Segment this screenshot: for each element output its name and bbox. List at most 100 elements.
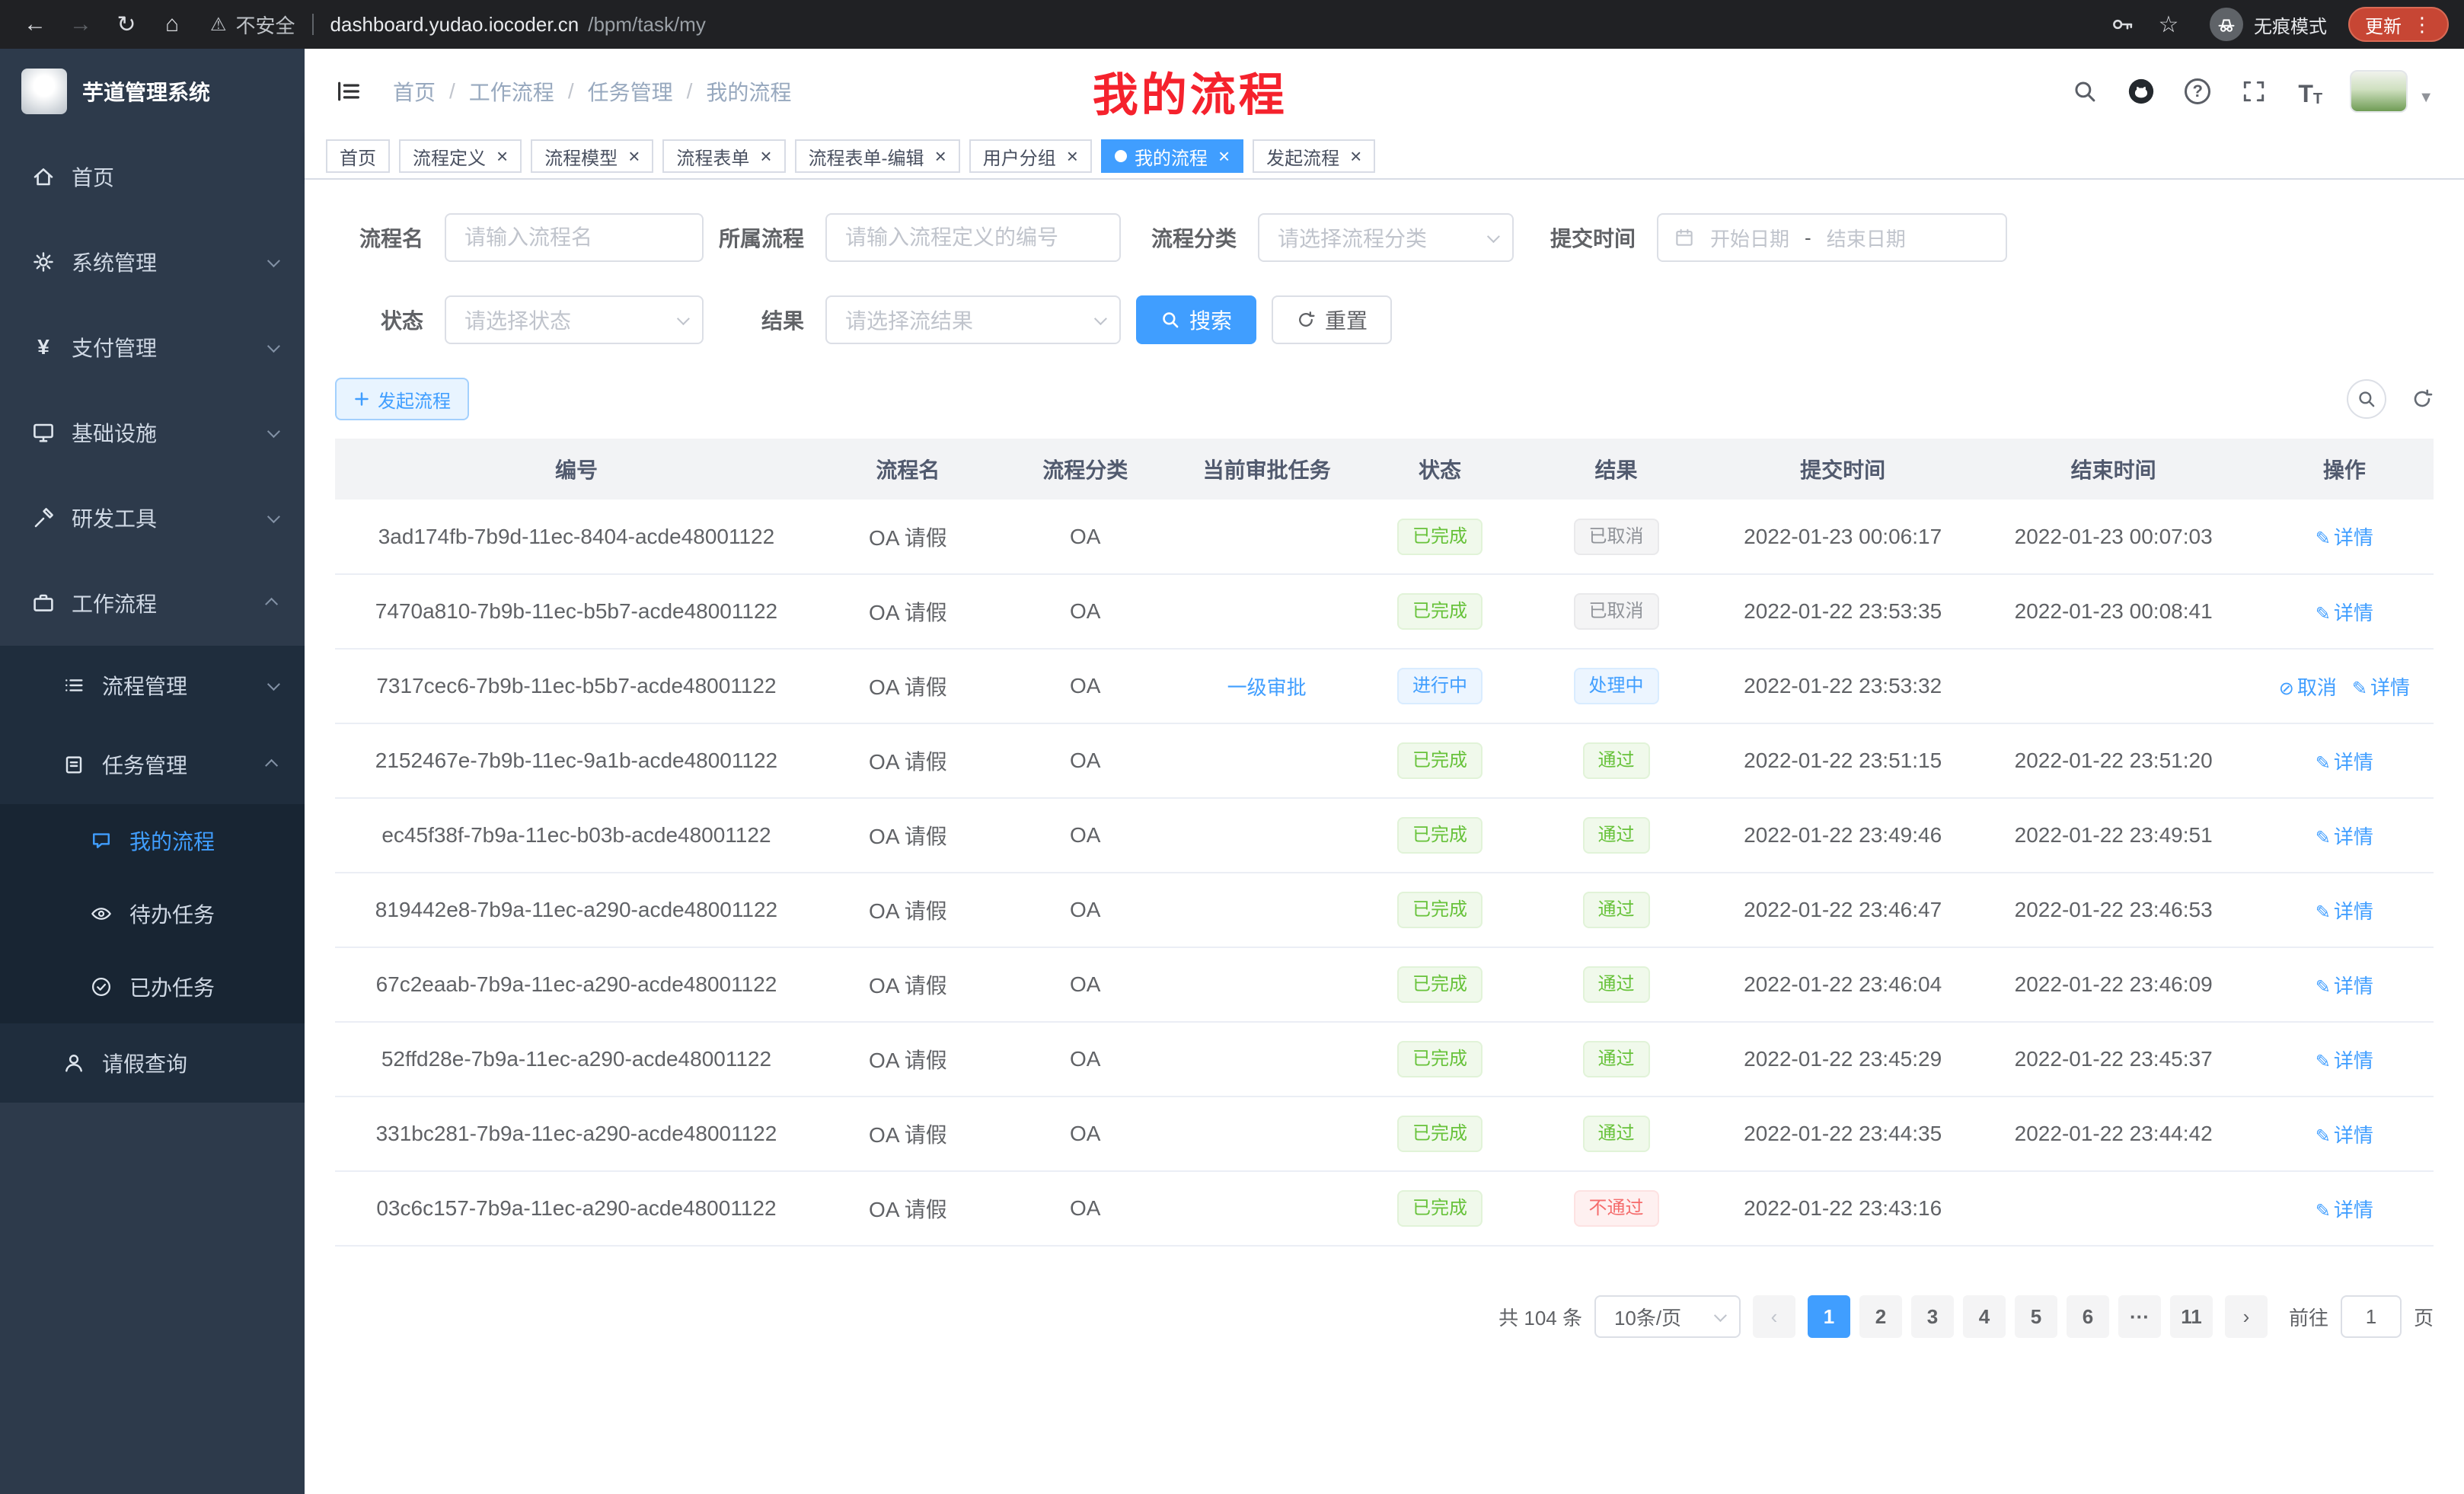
bookmark-star-icon[interactable]: ☆ (2149, 5, 2188, 44)
cell-process-id: 2152467e-7b9b-11ec-9a1b-acde48001122 (335, 723, 818, 798)
sidebar-item-label: 我的流程 (129, 825, 215, 856)
update-button[interactable]: 更新 ⋮ (2348, 7, 2449, 42)
github-icon[interactable] (2124, 75, 2158, 108)
fontsize-icon[interactable]: TT (2293, 75, 2327, 108)
toggle-search-icon[interactable] (2347, 379, 2386, 419)
sidebar-menu: 首页 系统管理 ¥ 支付管理 基础设施 (0, 134, 305, 1103)
process-definition-input[interactable] (825, 213, 1121, 262)
tab-4[interactable]: 流程表单-编辑× (795, 139, 960, 173)
tab-2[interactable]: 流程模型× (531, 139, 653, 173)
pager-more-button[interactable]: ··· (2118, 1295, 2161, 1338)
pager-page-3[interactable]: 3 (1911, 1295, 1954, 1338)
chevron-down-icon (267, 340, 280, 353)
cancel-link[interactable]: ⊘取消 (2279, 676, 2337, 699)
process-table: 编号 流程名 流程分类 当前审批任务 状态 结果 提交时间 结束时间 操作 3a… (335, 439, 2434, 1247)
sidebar-item-system[interactable]: 系统管理 (0, 219, 305, 305)
tab-close-icon[interactable]: × (1218, 146, 1230, 166)
sidebar-item-home[interactable]: 首页 (0, 134, 305, 219)
password-key-icon[interactable] (2103, 5, 2143, 44)
tab-close-icon[interactable]: × (1067, 146, 1078, 166)
sidebar-item-process-mgmt[interactable]: 流程管理 (0, 646, 305, 725)
pager-next-button[interactable]: › (2225, 1295, 2268, 1338)
tab-close-icon[interactable]: × (628, 146, 640, 166)
detail-link[interactable]: ✎详情 (2316, 1199, 2373, 1221)
edit-icon: ✎ (2316, 604, 2331, 624)
date-start-placeholder: 开始日期 (1710, 224, 1789, 252)
page-size-select[interactable]: 10条/页 (1594, 1295, 1741, 1338)
question-icon[interactable]: ? (2181, 75, 2214, 108)
tab-close-icon[interactable]: × (935, 146, 946, 166)
avatar[interactable] (2350, 70, 2408, 113)
reset-button[interactable]: 重置 (1272, 295, 1392, 344)
sidebar-item-todo-tasks[interactable]: 待办任务 (0, 877, 305, 950)
sidebar-item-workflow[interactable]: 工作流程 (0, 560, 305, 646)
tab-3[interactable]: 流程表单× (662, 139, 785, 173)
detail-link[interactable]: ✎详情 (2352, 676, 2410, 699)
search-button[interactable]: 搜索 (1136, 295, 1256, 344)
pagination: 共 104 条 10条/页 ‹ 123456···11 › 前往 页 (305, 1247, 2464, 1338)
detail-link[interactable]: ✎详情 (2316, 751, 2373, 774)
status-select[interactable]: 请选择状态 (445, 295, 704, 344)
cell-result: 已取消 (1518, 500, 1713, 574)
detail-link[interactable]: ✎详情 (2316, 1049, 2373, 1072)
home-icon[interactable]: ⌂ (152, 5, 192, 44)
detail-link[interactable]: ✎详情 (2316, 825, 2373, 848)
sidebar-item-my-process[interactable]: 我的流程 (0, 804, 305, 877)
search-icon[interactable] (2068, 75, 2102, 108)
tab-close-icon[interactable]: × (1350, 146, 1361, 166)
reload-icon[interactable]: ↻ (107, 5, 146, 44)
col-id: 编号 (335, 439, 818, 500)
pager-page-1[interactable]: 1 (1808, 1295, 1850, 1338)
breadcrumb-item-task-mgmt[interactable]: 任务管理 (588, 76, 673, 107)
detail-link[interactable]: ✎详情 (2316, 526, 2373, 549)
cell-result: 已取消 (1518, 574, 1713, 649)
create-process-button[interactable]: 发起流程 (335, 378, 469, 420)
tab-0[interactable]: 首页 (326, 139, 390, 173)
tab-1[interactable]: 流程定义× (399, 139, 522, 173)
sidebar-item-leave-query[interactable]: 请假查询 (0, 1023, 305, 1103)
breadcrumb-item-workflow[interactable]: 工作流程 (469, 76, 554, 107)
eye-icon (88, 902, 114, 925)
sidebar-item-infra[interactable]: 基础设施 (0, 390, 305, 475)
category-select[interactable]: 请选择流程分类 (1258, 213, 1514, 262)
menu-kebab-icon[interactable]: ⋮ (2412, 13, 2432, 37)
detail-link[interactable]: ✎详情 (2316, 975, 2373, 998)
pager-page-11[interactable]: 11 (2170, 1295, 2213, 1338)
pager-page-2[interactable]: 2 (1859, 1295, 1902, 1338)
detail-link[interactable]: ✎详情 (2316, 602, 2373, 624)
address-bar[interactable]: ⚠ 不安全 dashboard.yudao.iocoder.cn/bpm/tas… (210, 11, 2097, 39)
detail-link[interactable]: ✎详情 (2316, 1124, 2373, 1147)
pager-goto-input[interactable] (2341, 1295, 2402, 1338)
result-select[interactable]: 请选择流结果 (825, 295, 1121, 344)
submit-time-range-picker[interactable]: 开始日期 - 结束日期 (1657, 213, 2007, 262)
fullscreen-icon[interactable] (2237, 75, 2271, 108)
detail-link[interactable]: ✎详情 (2316, 900, 2373, 923)
current-task-link[interactable]: 一级审批 (1227, 676, 1307, 699)
back-icon[interactable]: ← (15, 5, 55, 44)
pager-goto-label: 前往 (2289, 1303, 2328, 1331)
breadcrumb-item-home[interactable]: 首页 (393, 76, 436, 107)
forward-icon[interactable]: → (61, 5, 101, 44)
pager-page-6[interactable]: 6 (2067, 1295, 2109, 1338)
sidebar-toggle-icon[interactable] (335, 78, 362, 105)
edit-icon: ✎ (2352, 678, 2367, 699)
tab-close-icon[interactable]: × (760, 146, 771, 166)
refresh-icon[interactable] (2411, 388, 2434, 410)
sidebar-item-payment[interactable]: ¥ 支付管理 (0, 305, 305, 390)
hammer-icon (30, 506, 56, 530)
security-warning-icon[interactable]: ⚠ (210, 14, 227, 36)
calendar-icon (1674, 227, 1695, 248)
process-name-input[interactable] (445, 213, 704, 262)
sidebar-item-task-mgmt[interactable]: 任务管理 (0, 725, 305, 804)
pager-prev-button[interactable]: ‹ (1753, 1295, 1795, 1338)
tab-6[interactable]: 我的流程× (1101, 139, 1243, 173)
sidebar-item-devtools[interactable]: 研发工具 (0, 475, 305, 560)
cell-status: 已完成 (1361, 873, 1519, 947)
sidebar-item-done-tasks[interactable]: 已办任务 (0, 950, 305, 1023)
tab-7[interactable]: 发起流程× (1253, 139, 1375, 173)
pager-page-5[interactable]: 5 (2015, 1295, 2057, 1338)
pager-page-4[interactable]: 4 (1963, 1295, 2006, 1338)
tab-5[interactable]: 用户分组× (969, 139, 1092, 173)
tab-close-icon[interactable]: × (496, 146, 508, 166)
cell-category: OA (998, 798, 1173, 873)
